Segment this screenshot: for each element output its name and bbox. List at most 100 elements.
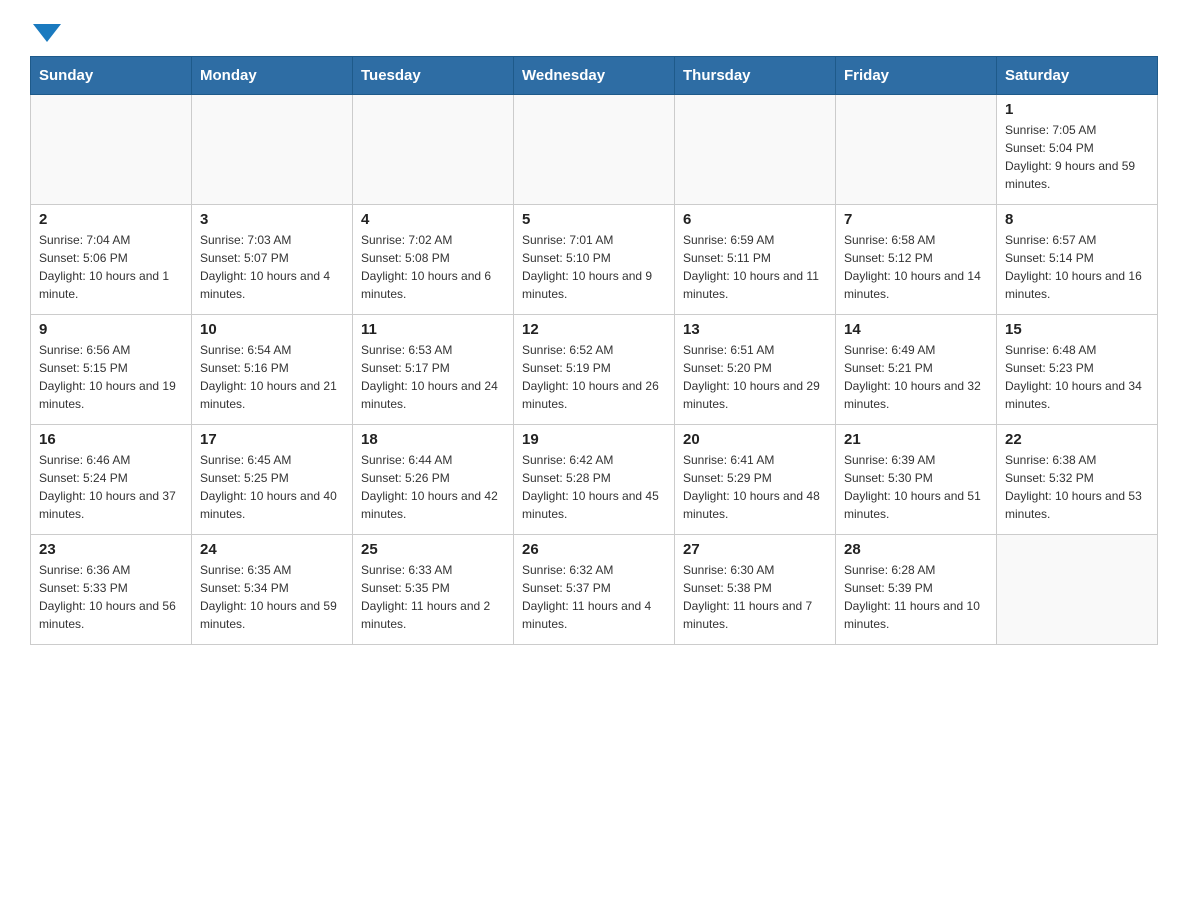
calendar-cell: [353, 95, 514, 205]
calendar-cell: 19 Sunrise: 6:42 AM Sunset: 5:28 PM Dayli…: [514, 425, 675, 535]
day-number: 6: [683, 211, 827, 228]
day-number: 23: [39, 541, 183, 558]
calendar-cell: [514, 95, 675, 205]
day-number: 1: [1005, 101, 1149, 118]
calendar-cell: 7Sunrise: 6:58 AM Sunset: 5:12 PM Daylig…: [836, 205, 997, 315]
calendar-cell: 20 Sunrise: 6:41 AM Sunset: 5:29 PM Dayli…: [675, 425, 836, 535]
day-info: Sunrise: 6:32 AM Sunset: 5:37 PM Dayligh…: [522, 561, 666, 633]
day-number: 26: [522, 541, 666, 558]
day-number: 20: [683, 431, 827, 448]
day-number: 14: [844, 321, 988, 338]
calendar-cell: 23 Sunrise: 6:36 AM Sunset: 5:33 PM Dayli…: [31, 535, 192, 645]
day-number: 13: [683, 321, 827, 338]
weekday-header-sunday: Sunday: [31, 57, 192, 95]
day-info: Sunrise: 6:46 AM Sunset: 5:24 PM Dayligh…: [39, 451, 183, 523]
day-number: 25: [361, 541, 505, 558]
day-number: 22: [1005, 431, 1149, 448]
calendar-cell: 15Sunrise: 6:48 AM Sunset: 5:23 PM Dayli…: [997, 315, 1158, 425]
calendar-cell: 22 Sunrise: 6:38 AM Sunset: 5:32 PM Dayli…: [997, 425, 1158, 535]
calendar-cell: [31, 95, 192, 205]
calendar-cell: 12 Sunrise: 6:52 AM Sunset: 5:19 PM Dayli…: [514, 315, 675, 425]
calendar-cell: [192, 95, 353, 205]
day-info: Sunrise: 6:42 AM Sunset: 5:28 PM Dayligh…: [522, 451, 666, 523]
calendar-cell: 24 Sunrise: 6:35 AM Sunset: 5:34 PM Dayli…: [192, 535, 353, 645]
day-info: Sunrise: 6:56 AM Sunset: 5:15 PM Dayligh…: [39, 341, 183, 413]
day-info: Sunrise: 6:30 AM Sunset: 5:38 PM Dayligh…: [683, 561, 827, 633]
day-info: Sunrise: 7:04 AM Sunset: 5:06 PM Dayligh…: [39, 231, 183, 303]
calendar-cell: 6 Sunrise: 6:59 AM Sunset: 5:11 PM Daylig…: [675, 205, 836, 315]
day-number: 27: [683, 541, 827, 558]
calendar-cell: 8Sunrise: 6:57 AM Sunset: 5:14 PM Daylig…: [997, 205, 1158, 315]
weekday-header-wednesday: Wednesday: [514, 57, 675, 95]
day-info: Sunrise: 6:39 AM Sunset: 5:30 PM Dayligh…: [844, 451, 988, 523]
day-number: 24: [200, 541, 344, 558]
calendar-cell: 26 Sunrise: 6:32 AM Sunset: 5:37 PM Dayli…: [514, 535, 675, 645]
day-info: Sunrise: 6:52 AM Sunset: 5:19 PM Dayligh…: [522, 341, 666, 413]
weekday-header-thursday: Thursday: [675, 57, 836, 95]
calendar-cell: 9 Sunrise: 6:56 AM Sunset: 5:15 PM Daylig…: [31, 315, 192, 425]
logo-general-text: [30, 20, 61, 42]
day-info: Sunrise: 6:41 AM Sunset: 5:29 PM Dayligh…: [683, 451, 827, 523]
calendar-week-2: 2 Sunrise: 7:04 AM Sunset: 5:06 PM Daylig…: [31, 205, 1158, 315]
day-info: Sunrise: 7:03 AM Sunset: 5:07 PM Dayligh…: [200, 231, 344, 303]
day-number: 18: [361, 431, 505, 448]
day-number: 16: [39, 431, 183, 448]
day-number: 4: [361, 211, 505, 228]
day-info: Sunrise: 6:36 AM Sunset: 5:33 PM Dayligh…: [39, 561, 183, 633]
day-number: 10: [200, 321, 344, 338]
weekday-header-tuesday: Tuesday: [353, 57, 514, 95]
day-number: 19: [522, 431, 666, 448]
day-number: 5: [522, 211, 666, 228]
day-info: Sunrise: 6:38 AM Sunset: 5:32 PM Dayligh…: [1005, 451, 1149, 523]
calendar-cell: 27 Sunrise: 6:30 AM Sunset: 5:38 PM Dayli…: [675, 535, 836, 645]
day-number: 7: [844, 211, 988, 228]
calendar-cell: [997, 535, 1158, 645]
day-info: Sunrise: 6:59 AM Sunset: 5:11 PM Dayligh…: [683, 231, 827, 303]
day-info: Sunrise: 6:53 AM Sunset: 5:17 PM Dayligh…: [361, 341, 505, 413]
calendar-cell: 21 Sunrise: 6:39 AM Sunset: 5:30 PM Dayli…: [836, 425, 997, 535]
day-info: Sunrise: 6:51 AM Sunset: 5:20 PM Dayligh…: [683, 341, 827, 413]
day-info: Sunrise: 7:05 AM Sunset: 5:04 PM Dayligh…: [1005, 121, 1149, 193]
calendar-cell: 4 Sunrise: 7:02 AM Sunset: 5:08 PM Daylig…: [353, 205, 514, 315]
calendar-week-3: 9 Sunrise: 6:56 AM Sunset: 5:15 PM Daylig…: [31, 315, 1158, 425]
day-info: Sunrise: 7:02 AM Sunset: 5:08 PM Dayligh…: [361, 231, 505, 303]
day-number: 3: [200, 211, 344, 228]
calendar-cell: 11 Sunrise: 6:53 AM Sunset: 5:17 PM Dayli…: [353, 315, 514, 425]
logo-triangle-icon: [33, 24, 61, 42]
calendar-cell: [675, 95, 836, 205]
calendar-cell: 13 Sunrise: 6:51 AM Sunset: 5:20 PM Dayli…: [675, 315, 836, 425]
calendar-cell: 2 Sunrise: 7:04 AM Sunset: 5:06 PM Daylig…: [31, 205, 192, 315]
day-number: 28: [844, 541, 988, 558]
day-info: Sunrise: 6:48 AM Sunset: 5:23 PM Dayligh…: [1005, 341, 1149, 413]
day-number: 12: [522, 321, 666, 338]
page-header: [30, 20, 1158, 36]
day-info: Sunrise: 6:49 AM Sunset: 5:21 PM Dayligh…: [844, 341, 988, 413]
day-info: Sunrise: 6:35 AM Sunset: 5:34 PM Dayligh…: [200, 561, 344, 633]
calendar-cell: [836, 95, 997, 205]
day-number: 9: [39, 321, 183, 338]
weekday-header-saturday: Saturday: [997, 57, 1158, 95]
calendar-cell: 17Sunrise: 6:45 AM Sunset: 5:25 PM Dayli…: [192, 425, 353, 535]
day-info: Sunrise: 6:57 AM Sunset: 5:14 PM Dayligh…: [1005, 231, 1149, 303]
day-number: 21: [844, 431, 988, 448]
calendar-week-1: 1 Sunrise: 7:05 AM Sunset: 5:04 PM Daylig…: [31, 95, 1158, 205]
day-number: 11: [361, 321, 505, 338]
weekday-header-monday: Monday: [192, 57, 353, 95]
calendar-week-4: 16 Sunrise: 6:46 AM Sunset: 5:24 PM Dayli…: [31, 425, 1158, 535]
calendar-cell: 5 Sunrise: 7:01 AM Sunset: 5:10 PM Daylig…: [514, 205, 675, 315]
calendar-cell: 14 Sunrise: 6:49 AM Sunset: 5:21 PM Dayli…: [836, 315, 997, 425]
calendar-header-row: SundayMondayTuesdayWednesdayThursdayFrid…: [31, 57, 1158, 95]
day-info: Sunrise: 6:45 AM Sunset: 5:25 PM Dayligh…: [200, 451, 344, 523]
calendar-cell: 16 Sunrise: 6:46 AM Sunset: 5:24 PM Dayli…: [31, 425, 192, 535]
calendar-cell: 28 Sunrise: 6:28 AM Sunset: 5:39 PM Dayli…: [836, 535, 997, 645]
calendar-week-5: 23 Sunrise: 6:36 AM Sunset: 5:33 PM Dayli…: [31, 535, 1158, 645]
calendar-cell: 10 Sunrise: 6:54 AM Sunset: 5:16 PM Dayli…: [192, 315, 353, 425]
day-info: Sunrise: 6:28 AM Sunset: 5:39 PM Dayligh…: [844, 561, 988, 633]
logo: [30, 20, 61, 36]
calendar-cell: 18Sunrise: 6:44 AM Sunset: 5:26 PM Dayli…: [353, 425, 514, 535]
day-number: 2: [39, 211, 183, 228]
day-info: Sunrise: 6:54 AM Sunset: 5:16 PM Dayligh…: [200, 341, 344, 413]
day-info: Sunrise: 7:01 AM Sunset: 5:10 PM Dayligh…: [522, 231, 666, 303]
calendar-cell: 3 Sunrise: 7:03 AM Sunset: 5:07 PM Daylig…: [192, 205, 353, 315]
calendar-cell: 1 Sunrise: 7:05 AM Sunset: 5:04 PM Daylig…: [997, 95, 1158, 205]
